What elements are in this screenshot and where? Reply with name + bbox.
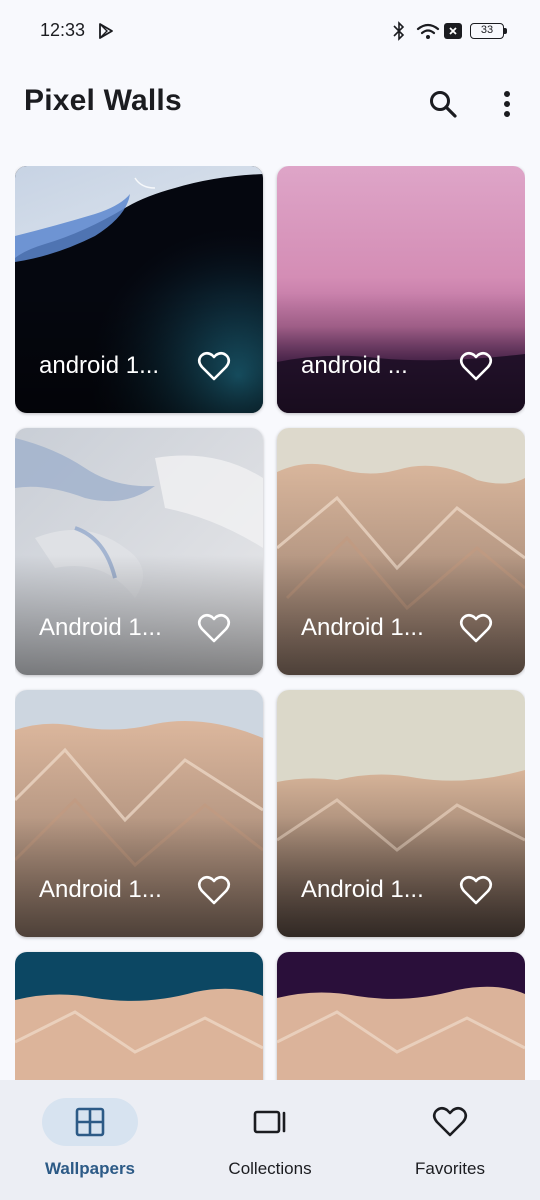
grid-icon [75, 1107, 105, 1137]
wallpaper-card[interactable]: Android 1... [277, 690, 525, 937]
status-time: 12:33 [40, 20, 86, 40]
wallpaper-card[interactable] [15, 952, 263, 1080]
wallpaper-thumbnail [15, 952, 263, 1080]
wallpaper-card[interactable]: Android 1... [15, 428, 263, 675]
battery-tip [504, 28, 507, 34]
nav-item-wallpapers[interactable]: Wallpapers [0, 1080, 180, 1200]
nav-label: Favorites [415, 1159, 485, 1178]
favorite-icon[interactable] [459, 874, 493, 908]
no-signal-icon [444, 23, 462, 39]
nav-item-collections[interactable]: Collections [180, 1080, 360, 1200]
favorite-icon[interactable] [459, 350, 493, 384]
collections-icon [253, 1110, 286, 1134]
bottom-navigation: Wallpapers Collections Favorites [0, 1080, 540, 1200]
favorite-icon[interactable] [197, 350, 231, 384]
nav-item-favorites[interactable]: Favorites [360, 1080, 540, 1200]
wallpaper-title: android 1... [39, 352, 160, 379]
battery-indicator: 33 [470, 23, 504, 39]
status-bar: 12:33 33 [0, 0, 540, 62]
play-store-icon [99, 23, 113, 39]
heart-icon [432, 1106, 468, 1137]
wallpaper-grid: android 1... android ... Android 1... An… [15, 166, 525, 1080]
wallpaper-title: Android 1... [39, 876, 162, 903]
nav-label: Collections [228, 1159, 312, 1178]
bluetooth-icon [393, 21, 405, 41]
wallpaper-title: Android 1... [301, 614, 424, 641]
favorite-icon[interactable] [197, 612, 231, 646]
screen: 12:33 33 Pixel Walls android 1... androi… [0, 0, 540, 1200]
wallpaper-card[interactable]: android ... [277, 166, 525, 413]
app-title: Pixel Walls [24, 84, 182, 117]
wallpaper-title: Android 1... [39, 614, 162, 641]
wifi-icon [416, 23, 440, 39]
nav-label: Wallpapers [44, 1159, 136, 1178]
wallpaper-card[interactable]: Android 1... [15, 690, 263, 937]
wallpaper-card[interactable]: Android 1... [277, 428, 525, 675]
favorite-icon[interactable] [197, 874, 231, 908]
wallpaper-thumbnail [277, 952, 525, 1080]
wallpaper-card[interactable]: android 1... [15, 166, 263, 413]
search-icon[interactable] [425, 86, 461, 122]
favorite-icon[interactable] [459, 612, 493, 646]
wallpaper-title: Android 1... [301, 876, 424, 903]
wallpaper-title: android ... [301, 352, 408, 379]
more-vert-icon[interactable] [492, 86, 522, 122]
wallpaper-card[interactable] [277, 952, 525, 1080]
